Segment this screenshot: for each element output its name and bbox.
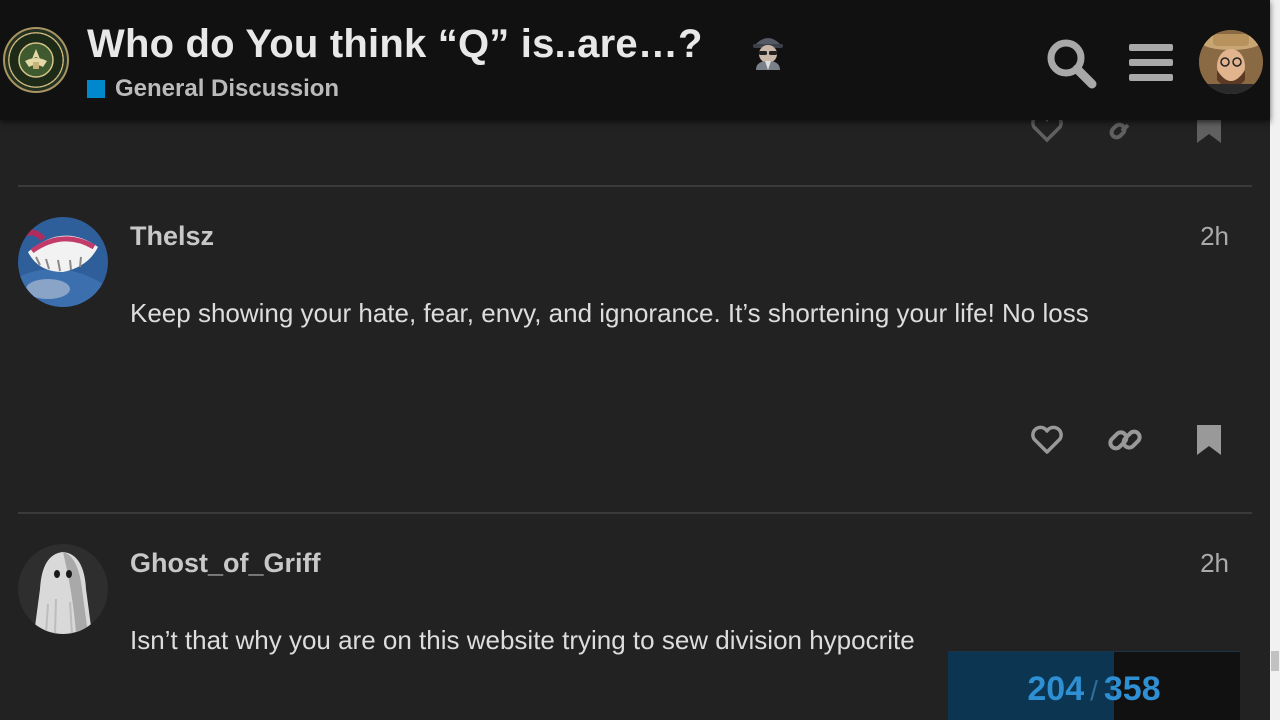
site-logo[interactable]	[3, 27, 69, 93]
army-seal-logo-icon	[8, 32, 64, 88]
post-time[interactable]: 2h	[1200, 221, 1229, 252]
progress-total: 358	[1103, 670, 1161, 708]
category-badge[interactable]: General Discussion	[87, 75, 340, 102]
share-link-button[interactable]	[1103, 418, 1147, 462]
category-name: General Discussion	[115, 75, 340, 102]
menu-button[interactable]	[1124, 36, 1178, 90]
topic-progress[interactable]: 204/358	[948, 651, 1240, 720]
post-avatar[interactable]	[18, 217, 108, 307]
post-separator	[18, 185, 1252, 187]
post: Thelsz 2h Keep showing your hate, fear, …	[0, 188, 1270, 512]
post-separator	[18, 512, 1252, 514]
like-button[interactable]	[1025, 418, 1069, 462]
page-scrollbar[interactable]	[1270, 0, 1280, 720]
scrollbar-thumb[interactable]	[1271, 651, 1279, 671]
bookmark-icon	[1197, 425, 1221, 455]
post-username[interactable]: Thelsz	[130, 221, 214, 252]
progress-label: 204/358	[948, 670, 1240, 709]
category-color-swatch	[87, 80, 105, 98]
post-body: Isn’t that why you are on this website t…	[130, 625, 915, 655]
post-username[interactable]: Ghost_of_Griff	[130, 548, 321, 579]
heart-icon	[1031, 425, 1063, 454]
search-button[interactable]	[1044, 36, 1098, 90]
post-body: Keep showing your hate, fear, envy, and …	[130, 298, 1089, 328]
topic-header: Who do You think “Q” is..are…? General D…	[0, 0, 1270, 120]
post-time[interactable]: 2h	[1200, 548, 1229, 579]
link-icon	[1108, 429, 1142, 451]
progress-current: 204	[1027, 670, 1085, 708]
topic-title[interactable]: Who do You think “Q” is..are…?	[87, 22, 703, 67]
user-avatar[interactable]	[1199, 30, 1263, 94]
progress-separator: /	[1090, 675, 1098, 706]
detective-emoji-icon	[748, 30, 788, 70]
search-icon	[1047, 39, 1097, 89]
bookmark-button[interactable]	[1187, 418, 1231, 462]
post-avatar[interactable]	[18, 544, 108, 634]
hamburger-menu-icon	[1129, 44, 1173, 81]
